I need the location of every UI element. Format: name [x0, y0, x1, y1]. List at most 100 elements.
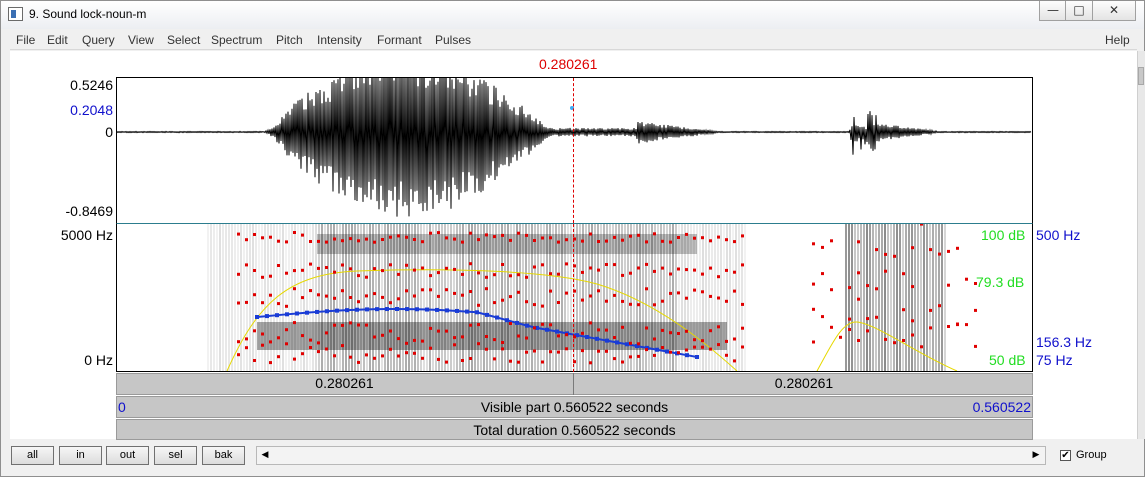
formant-point: [541, 304, 544, 308]
formant-point: [493, 357, 496, 361]
formant-point: [821, 245, 824, 249]
menu-formant[interactable]: Formant: [377, 33, 422, 47]
formant-point: [485, 233, 488, 237]
spectrogram-stripe: [884, 224, 886, 371]
formant-point: [725, 353, 728, 357]
formant-point: [405, 351, 408, 355]
pitch-point: [615, 340, 619, 345]
cursor-time-label: 0.280261: [539, 56, 598, 72]
formant-point: [821, 272, 824, 276]
scroll-right-arrow-icon[interactable]: ▶: [1029, 448, 1043, 463]
formant-point: [293, 287, 296, 291]
pitch-point: [265, 314, 269, 319]
menu-query[interactable]: Query: [82, 33, 115, 47]
zoom-in-button[interactable]: in: [59, 446, 102, 465]
formant-point: [365, 294, 368, 298]
spectrogram-stripe: [729, 224, 731, 371]
formant-point: [541, 360, 544, 364]
formant-point: [701, 272, 704, 276]
formant-point: [709, 347, 712, 351]
formant-point: [830, 325, 833, 329]
spectrogram-stripe: [207, 224, 209, 371]
formant-point: [929, 326, 932, 330]
menu-pulses[interactable]: Pulses: [435, 33, 471, 47]
formant-point: [317, 266, 320, 270]
zoom-selection-button[interactable]: sel: [154, 446, 197, 465]
formant-point: [709, 266, 712, 270]
formant-band: [317, 234, 697, 254]
group-checkbox[interactable]: ✔: [1060, 450, 1071, 461]
menu-help[interactable]: Help: [1105, 33, 1130, 47]
formant-point: [237, 301, 240, 305]
formant-point: [301, 334, 304, 338]
formant-point: [557, 334, 560, 338]
pitch-point: [525, 323, 529, 328]
formant-point: [461, 293, 464, 297]
formant-point: [929, 248, 932, 252]
formant-point: [701, 290, 704, 294]
vertical-scrollbar[interactable]: [1137, 51, 1145, 439]
formant-point: [485, 335, 488, 338]
menu-pitch[interactable]: Pitch: [276, 33, 303, 47]
formant-point: [693, 338, 696, 342]
formant-point: [509, 274, 512, 278]
formant-point: [613, 357, 616, 361]
formant-point: [733, 337, 736, 341]
formant-point: [485, 275, 488, 279]
formant-point: [857, 297, 860, 301]
pitch-point: [295, 311, 299, 316]
formant-point: [349, 321, 352, 325]
menu-file[interactable]: File: [16, 33, 35, 47]
maximize-button[interactable]: □: [1065, 1, 1093, 21]
minimize-button[interactable]: —: [1039, 1, 1067, 21]
close-button[interactable]: ✕: [1092, 1, 1136, 21]
formant-point: [349, 296, 352, 299]
left-segment[interactable]: 0.280261: [116, 373, 573, 395]
pitch-point: [655, 347, 659, 352]
formant-point: [405, 289, 408, 293]
menu-spectrum[interactable]: Spectrum: [211, 33, 262, 47]
pitch-point: [375, 307, 379, 312]
spectrogram-panel[interactable]: [116, 223, 1033, 372]
zoom-all-button[interactable]: all: [11, 446, 54, 465]
scroll-left-arrow-icon[interactable]: ◀: [258, 448, 272, 463]
formant-point: [325, 331, 328, 335]
horizontal-scrollbar[interactable]: ◀ ▶: [256, 446, 1046, 465]
spectrogram-stripe: [255, 224, 257, 371]
formant-point: [613, 336, 616, 339]
formant-point: [709, 294, 712, 298]
zoom-out-button[interactable]: out: [106, 446, 149, 465]
formant-point: [911, 246, 914, 250]
intensity-mid-label: 79.3 dB: [976, 274, 1025, 290]
formant-point: [557, 350, 560, 354]
formant-point: [637, 303, 640, 307]
formant-point: [717, 296, 720, 300]
waveform-min-label: -0.8469: [65, 203, 113, 219]
formant-point: [938, 304, 941, 308]
pitch-point: [445, 308, 449, 313]
formant-point: [285, 342, 288, 346]
pitch-point: [435, 307, 439, 312]
menu-select[interactable]: Select: [167, 33, 200, 47]
formant-point: [637, 266, 640, 270]
pitch-point: [275, 313, 279, 318]
formant-point: [365, 275, 368, 279]
waveform-panel[interactable]: [116, 77, 1033, 224]
pitch-point: [395, 307, 399, 312]
formant-point: [469, 357, 472, 360]
menu-view[interactable]: View: [128, 33, 154, 47]
menu-edit[interactable]: Edit: [47, 33, 68, 47]
formant-point: [389, 235, 392, 239]
vertical-scrollbar-thumb[interactable]: [1138, 67, 1144, 85]
formant-point: [621, 273, 624, 277]
formant-point: [357, 300, 360, 304]
formant-point: [437, 231, 440, 235]
menu-intensity[interactable]: Intensity: [317, 33, 362, 47]
formant-point: [325, 266, 328, 269]
pitch-point: [625, 342, 629, 347]
zoom-back-button[interactable]: bak: [202, 446, 245, 465]
formant-point: [645, 326, 648, 330]
formant-point: [413, 294, 416, 298]
formant-point: [597, 349, 600, 353]
right-segment[interactable]: 0.280261: [573, 373, 1033, 395]
